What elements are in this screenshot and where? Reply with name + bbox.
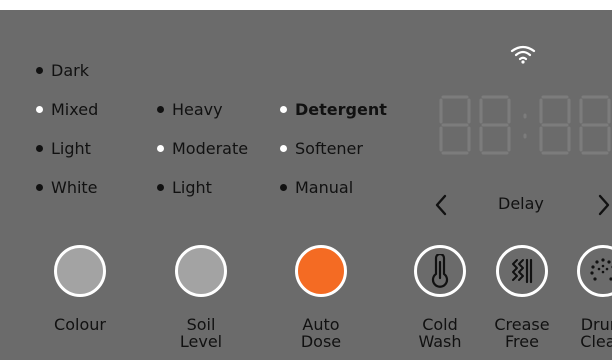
indicator-dot [280,184,287,191]
auto-dose-button[interactable] [295,245,347,297]
drum-clean-label-line2: Clean [580,332,612,351]
drum-clean-icon [590,258,612,281]
indicator-dot [157,106,164,113]
wifi-icon [510,45,536,64]
option-colour-white[interactable]: White [36,178,98,197]
option-label: Manual [295,178,354,197]
soil-level-button[interactable] [175,245,227,297]
option-soil-moderate[interactable]: Moderate [157,139,248,158]
delay-label: Delay [498,194,544,213]
auto-dose-label-line1: Auto [302,315,340,334]
option-colour-mixed[interactable]: Mixed [36,100,98,119]
crease-free-button[interactable] [496,245,548,297]
option-label: White [51,178,98,197]
indicator-dot [36,184,43,191]
thermometer-icon [431,254,449,288]
soil-level-label: Soil Level [156,316,246,350]
soil-level-label-line2: Level [179,332,223,351]
chevron-left-icon[interactable] [433,193,449,217]
indicator-dot [157,145,164,152]
option-dose-softener[interactable]: Softener [280,139,363,158]
indicator-dot [36,145,43,152]
crease-free-icon [512,258,533,284]
drum-clean-button[interactable] [577,245,612,297]
option-dose-manual[interactable]: Manual [280,178,353,197]
indicator-dot [36,106,43,113]
chevron-right-icon[interactable] [596,193,612,217]
colour-label: Colour [35,316,125,333]
soil-level-label-line1: Soil [186,315,216,334]
indicator-dot [280,106,287,113]
option-label: Moderate [172,139,249,158]
drum-clean-label-line1: Drum [580,315,612,334]
cold-wash-label-line2: Wash [418,332,462,351]
option-label: Light [51,139,91,158]
option-label: Dark [51,61,89,80]
drum-clean-label: Drum Clean [558,316,612,350]
option-label: Detergent [295,100,387,119]
auto-dose-label: Auto Dose [276,316,366,350]
option-label: Mixed [51,100,99,119]
option-colour-dark[interactable]: Dark [36,61,89,80]
indicator-dot [280,145,287,152]
crease-free-label-line1: Crease [494,315,550,334]
colour-label-line1: Colour [54,315,106,334]
indicator-dot [157,184,164,191]
control-panel: Dark Mixed Light White Heavy Moderate Li… [0,10,612,360]
crease-free-label: Crease Free [477,316,567,350]
option-colour-light[interactable]: Light [36,139,91,158]
auto-dose-label-line2: Dose [300,332,342,351]
time-display [439,95,611,155]
crease-free-label-line2: Free [505,332,539,351]
cold-wash-label: Cold Wash [395,316,485,350]
option-label: Heavy [172,100,223,119]
option-dose-detergent[interactable]: Detergent [280,100,387,119]
cold-wash-button[interactable] [414,245,466,297]
indicator-dot [36,67,43,74]
cold-wash-label-line1: Cold [422,315,458,334]
option-label: Light [172,178,212,197]
colour-button[interactable] [54,245,106,297]
option-label: Softener [295,139,363,158]
option-soil-light[interactable]: Light [157,178,212,197]
option-soil-heavy[interactable]: Heavy [157,100,223,119]
